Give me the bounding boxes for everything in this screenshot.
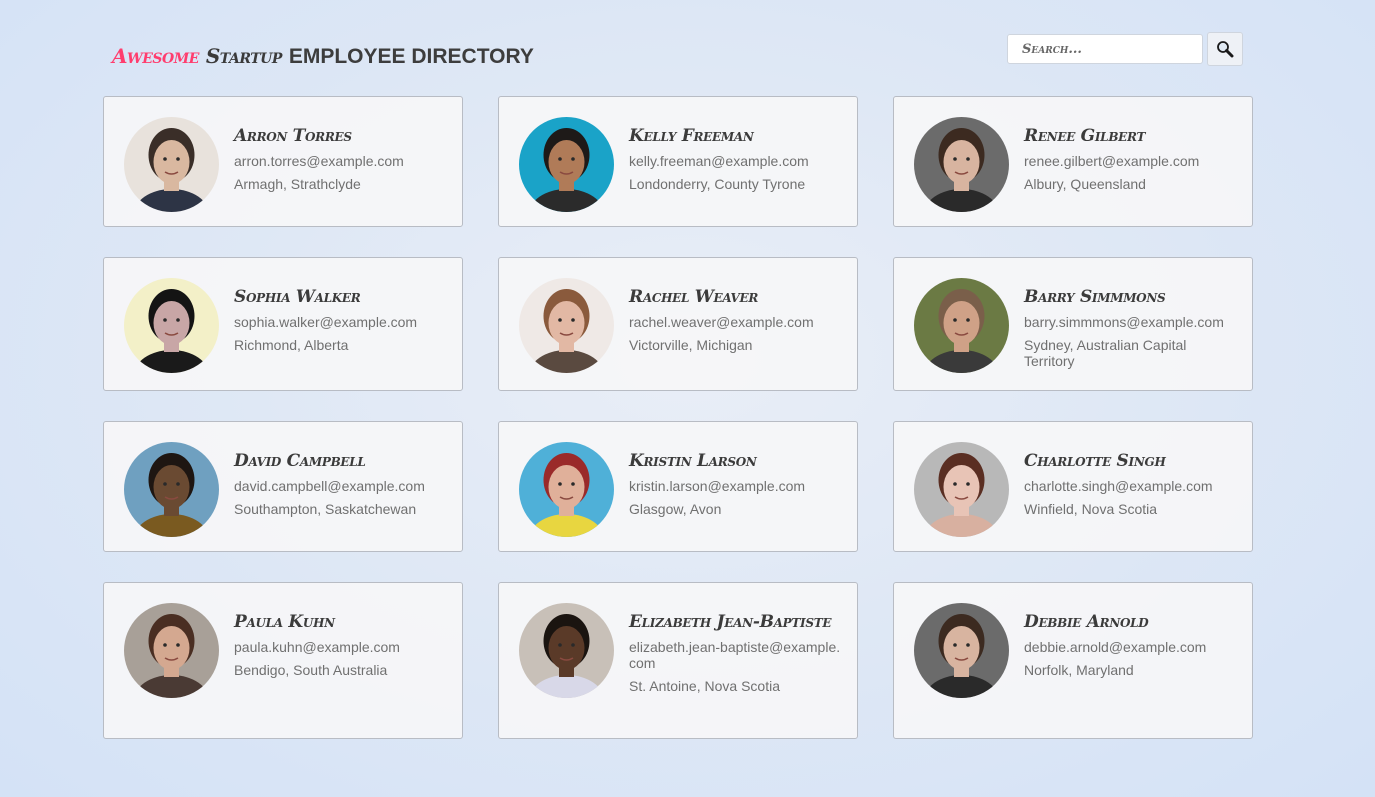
avatar <box>914 442 1009 537</box>
title-startup: Startup <box>205 44 283 68</box>
avatar-portrait <box>124 442 219 537</box>
avatar-portrait <box>914 442 1009 537</box>
avatar <box>519 117 614 212</box>
employee-location: Winfield, Nova Scotia <box>1024 501 1158 517</box>
employee-card[interactable]: Kristin Larson kristin.larson@example.com… <box>498 421 858 552</box>
employee-card[interactable]: Renee Gilbert renee.gilbert@example.com Al… <box>893 96 1253 227</box>
employee-location: St. Antoine, Nova Scotia <box>629 678 780 694</box>
avatar-portrait <box>914 603 1009 698</box>
employee-name: Renee Gilbert <box>1024 126 1146 146</box>
employee-email: arron.torres@example.com <box>234 153 404 169</box>
employee-email: david.campbell@example.com <box>234 478 425 494</box>
avatar-portrait <box>124 117 219 212</box>
employee-card[interactable]: Sophia Walker sophia.walker@example.com Ri… <box>103 257 463 391</box>
employee-email: sophia.walker@example.com <box>234 314 418 330</box>
employee-info: Barry Simmmons barry.simmmons@example.com… <box>1024 286 1239 369</box>
employee-location: Sydney, Australian Capital Territory <box>1024 337 1187 369</box>
employee-location: Southampton, Saskatchewan <box>234 501 417 517</box>
avatar <box>914 603 1009 698</box>
avatar <box>519 278 614 373</box>
employee-email: charlotte.singh@example.com <box>1024 478 1213 494</box>
employee-location: Norfolk, Maryland <box>1024 662 1134 678</box>
employee-name: Barry Simmmons <box>1024 287 1166 307</box>
employee-location: Londonderry, County Tyrone <box>629 176 806 192</box>
employee-info: Renee Gilbert renee.gilbert@example.com Al… <box>1024 125 1239 192</box>
employee-info: Paula Kuhn paula.kuhn@example.com Bendigo,… <box>234 611 449 678</box>
avatar <box>124 278 219 373</box>
employee-name: Paula Kuhn <box>234 612 335 632</box>
search-form <box>1007 32 1243 66</box>
employee-email: kelly.freeman@example.com <box>629 153 809 169</box>
avatar-portrait <box>519 603 614 698</box>
employee-info: Kristin Larson kristin.larson@example.com… <box>629 450 844 517</box>
employee-card[interactable]: Debbie Arnold debbie.arnold@example.com No… <box>893 582 1253 739</box>
page-title: Awesome Startup EMPLOYEE DIRECTORY <box>112 44 534 69</box>
employee-info: Arron Torres arron.torres@example.com Arma… <box>234 125 449 192</box>
employee-email: kristin.larson@example.com <box>629 478 806 494</box>
magnifier-icon <box>1217 41 1234 58</box>
employee-location: Richmond, Alberta <box>234 337 349 353</box>
employee-email: rachel.weaver@example.com <box>629 314 814 330</box>
avatar <box>124 603 219 698</box>
avatar-portrait <box>124 603 219 698</box>
employee-card[interactable]: Paula Kuhn paula.kuhn@example.com Bendigo,… <box>103 582 463 739</box>
employee-email: elizabeth.jean-baptiste@example.com <box>629 639 841 671</box>
employee-name: Debbie Arnold <box>1024 612 1149 632</box>
employee-location: Bendigo, South Australia <box>234 662 388 678</box>
employee-name: Kristin Larson <box>629 451 757 471</box>
employee-name: Sophia Walker <box>234 287 361 307</box>
employee-name: David Campbell <box>234 451 366 471</box>
avatar-portrait <box>914 117 1009 212</box>
employee-email: paula.kuhn@example.com <box>234 639 400 655</box>
employee-email: renee.gilbert@example.com <box>1024 153 1200 169</box>
employee-name: Charlotte Singh <box>1024 451 1166 471</box>
employee-card[interactable]: Rachel Weaver rachel.weaver@example.com Vi… <box>498 257 858 391</box>
employee-card[interactable]: Elizabeth Jean-Baptiste elizabeth.jean-ba… <box>498 582 858 739</box>
title-employee-directory: EMPLOYEE DIRECTORY <box>288 45 534 68</box>
employee-name: Rachel Weaver <box>629 287 759 307</box>
avatar <box>124 442 219 537</box>
title-awesome: Awesome <box>112 44 199 68</box>
employee-location: Victorville, Michigan <box>629 337 753 353</box>
search-button[interactable] <box>1207 32 1243 66</box>
employee-card[interactable]: Charlotte Singh charlotte.singh@example.c… <box>893 421 1253 552</box>
employee-info: Kelly Freeman kelly.freeman@example.com Lo… <box>629 125 844 192</box>
employee-info: Charlotte Singh charlotte.singh@example.c… <box>1024 450 1239 517</box>
avatar <box>519 603 614 698</box>
employee-card[interactable]: Arron Torres arron.torres@example.com Arma… <box>103 96 463 227</box>
avatar-portrait <box>914 278 1009 373</box>
avatar-portrait <box>124 278 219 373</box>
employee-name: Kelly Freeman <box>629 126 754 146</box>
employee-info: Sophia Walker sophia.walker@example.com Ri… <box>234 286 449 353</box>
employee-info: Debbie Arnold debbie.arnold@example.com No… <box>1024 611 1239 678</box>
employee-info: Rachel Weaver rachel.weaver@example.com Vi… <box>629 286 844 353</box>
employee-card[interactable]: David Campbell david.campbell@example.com… <box>103 421 463 552</box>
employee-info: Elizabeth Jean-Baptiste elizabeth.jean-ba… <box>629 611 844 694</box>
avatar-portrait <box>519 117 614 212</box>
employee-location: Armagh, Strathclyde <box>234 176 361 192</box>
avatar-portrait <box>519 442 614 537</box>
employee-name: Arron Torres <box>234 126 352 146</box>
avatar <box>914 117 1009 212</box>
avatar-portrait <box>519 278 614 373</box>
employee-info: David Campbell david.campbell@example.com… <box>234 450 449 517</box>
employee-location: Albury, Queensland <box>1024 176 1146 192</box>
employee-card[interactable]: Barry Simmmons barry.simmmons@example.com… <box>893 257 1253 391</box>
avatar <box>519 442 614 537</box>
employee-card[interactable]: Kelly Freeman kelly.freeman@example.com Lo… <box>498 96 858 227</box>
employee-location: Glasgow, Avon <box>629 501 722 517</box>
employee-email: barry.simmmons@example.com <box>1024 314 1224 330</box>
avatar <box>124 117 219 212</box>
header: Awesome Startup EMPLOYEE DIRECTORY <box>112 32 1243 76</box>
avatar <box>914 278 1009 373</box>
employee-name: Elizabeth Jean-Baptiste <box>629 612 832 632</box>
employee-email: debbie.arnold@example.com <box>1024 639 1207 655</box>
search-input[interactable] <box>1007 34 1203 64</box>
